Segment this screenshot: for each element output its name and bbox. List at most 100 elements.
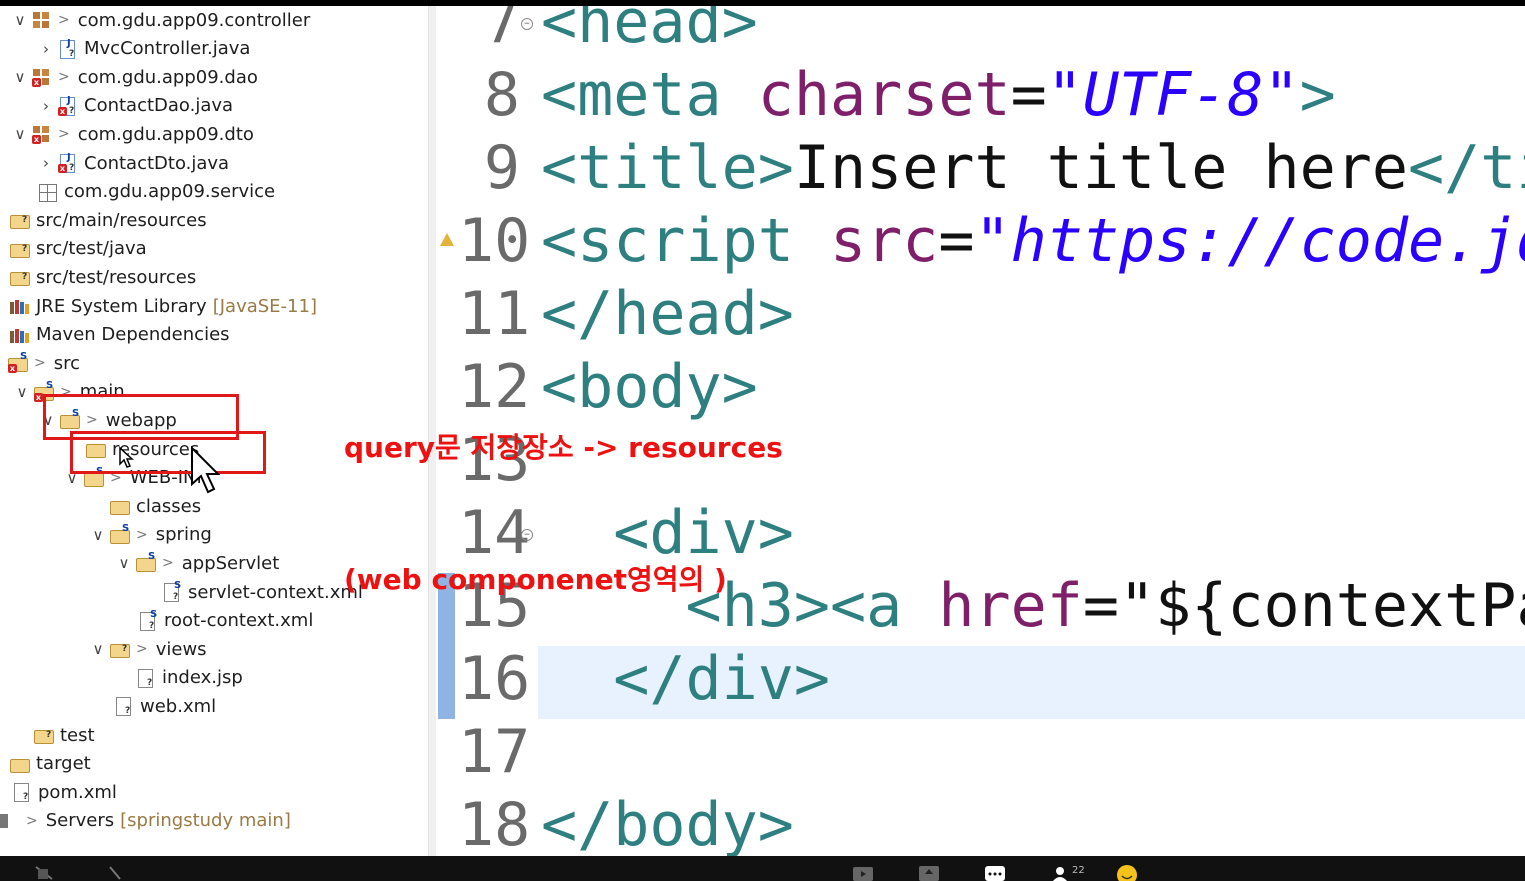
- text-cursor-icon: [119, 446, 134, 468]
- tree-item-index-jsp[interactable]: ? index.jsp: [136, 664, 243, 692]
- chevron-down-icon[interactable]: ∨: [116, 554, 132, 572]
- tree-item-label: ContactDao.java: [84, 95, 234, 117]
- tree-item-root-context-xml[interactable]: ? S root-context.xml: [138, 607, 313, 635]
- annotation-note: query문 저장장소 -> resources (web componenet…: [344, 338, 783, 646]
- mic-muted-icon[interactable]: [34, 865, 54, 881]
- tree-item-label: com.gdu.app09.service: [64, 181, 276, 203]
- tree-item-classes[interactable]: classes: [110, 492, 201, 520]
- tree-item-label: JRE System Library: [36, 295, 207, 317]
- code-line[interactable]: <meta charset="UTF-8">: [541, 59, 1336, 132]
- folder-icon: S: [110, 523, 130, 544]
- tree-item-pom-xml[interactable]: ? pom.xml: [12, 778, 117, 806]
- code-token: <script: [541, 206, 830, 276]
- code-token: Insert title here: [793, 133, 1408, 203]
- decorator-arrow: >: [136, 526, 148, 543]
- code-token: "https://code.jquer: [974, 206, 1525, 276]
- code-token: </title: [1407, 133, 1525, 203]
- code-line[interactable]: <head>: [541, 6, 758, 59]
- video-off-icon[interactable]: [106, 865, 126, 881]
- code-token: >: [1299, 60, 1336, 130]
- tree-item-servlet-context-xml[interactable]: ? S servlet-context.xml: [162, 578, 363, 606]
- decorator-arrow: >: [34, 355, 46, 372]
- tree-item-maven-dependencies[interactable]: Maven Dependencies: [10, 321, 230, 349]
- java-file-icon: J?: [58, 38, 78, 59]
- line-number: 16: [458, 644, 531, 714]
- code-line[interactable]: </body>: [541, 789, 794, 856]
- tree-item-label: src/test/resources: [36, 266, 197, 288]
- mouse-pointer-icon: [191, 446, 220, 494]
- tree-item-com-gdu-app09-dto[interactable]: ∨ x > com.gdu.app09.dto: [12, 120, 254, 148]
- tree-item-src-test-resources[interactable]: ? src/test/resources: [10, 263, 196, 291]
- tree-item-label: servlet-context.xml: [188, 581, 363, 603]
- warning-icon[interactable]: [440, 233, 454, 246]
- library-icon: [10, 297, 30, 315]
- code-token: =: [938, 206, 975, 276]
- code-token: charset: [757, 60, 1011, 130]
- xml-file-icon: ?: [114, 697, 134, 717]
- chevron-right-icon[interactable]: ›: [38, 154, 54, 172]
- xml-file-icon: ?: [12, 783, 32, 803]
- chevron-down-icon[interactable]: ∨: [12, 68, 28, 86]
- tree-item-label: ContactDto.java: [84, 152, 230, 174]
- package-icon: [32, 11, 52, 29]
- code-line[interactable]: </div>: [541, 643, 830, 716]
- code-token: <title>: [541, 133, 794, 203]
- tree-item-com-gdu-app09-dao[interactable]: ∨ x > com.gdu.app09.dao: [12, 63, 258, 91]
- tree-item-label: com.gdu.app09.dto: [77, 123, 254, 145]
- code-token: <head>: [541, 6, 758, 57]
- package-icon: [38, 183, 58, 202]
- tree-item-servers[interactable]: > Servers [springstudy main]: [0, 807, 291, 835]
- code-line[interactable]: <script src="https://code.jquer: [541, 205, 1525, 278]
- tree-item-label: root-context.xml: [164, 610, 314, 632]
- fold-toggle-icon[interactable]: −: [521, 18, 533, 30]
- tree-item-contactdao-java[interactable]: › J? x ContactDao.java: [38, 92, 233, 120]
- share-screen-icon[interactable]: [918, 865, 940, 881]
- chevron-down-icon[interactable]: ∨: [90, 526, 106, 544]
- tree-item-spring[interactable]: ∨ S > spring: [90, 521, 212, 549]
- play-icon[interactable]: [852, 865, 874, 881]
- code-line[interactable]: <title>Insert title here</title: [541, 132, 1525, 205]
- tree-item-label: com.gdu.app09.controller: [77, 9, 311, 31]
- tree-item-views[interactable]: ∨? > views: [90, 635, 207, 663]
- folder-icon: S: [136, 551, 156, 573]
- chevron-right-icon[interactable]: ›: [38, 97, 54, 115]
- code-token: </body>: [541, 790, 794, 856]
- tree-item-web-xml[interactable]: ? web.xml: [114, 692, 216, 720]
- tree-item-jre-system-library[interactable]: JRE System Library [JavaSE-11]: [10, 292, 317, 320]
- tree-item-appservlet[interactable]: ∨ S > appServlet: [116, 549, 280, 577]
- tree-item-test[interactable]: ? test: [34, 721, 95, 749]
- participants-count: 22: [1072, 865, 1085, 876]
- tree-item-label: src/main/resources: [36, 209, 207, 231]
- folder-icon: ?: [110, 640, 130, 659]
- chevron-down-icon[interactable]: ∨: [90, 640, 106, 658]
- java-file-icon: J? x: [58, 152, 75, 173]
- tree-item-com-gdu-app09-service[interactable]: com.gdu.app09.service: [38, 178, 275, 206]
- tree-item-label: test: [60, 724, 95, 746]
- annotation-line-2: (web componenet영역의 ): [344, 563, 727, 596]
- tree-item-label: Maven Dependencies: [36, 324, 230, 346]
- chevron-down-icon[interactable]: ∨: [14, 383, 30, 401]
- line-number: 17: [458, 717, 531, 787]
- tree-item-label: src: [53, 352, 81, 374]
- folder-icon: [0, 812, 20, 830]
- line-number: 9: [483, 133, 520, 203]
- package-icon: x: [32, 68, 52, 88]
- annotation-line-1: query문 저장장소 -> resources: [344, 431, 783, 464]
- tree-item-src-main-resources[interactable]: ? src/main/resources: [10, 206, 207, 234]
- source-folder-icon: ?: [10, 211, 30, 230]
- chat-icon[interactable]: [984, 865, 1006, 881]
- tree-item-target[interactable]: target: [10, 750, 91, 778]
- tree-item-src[interactable]: Sx > src: [8, 349, 80, 377]
- tree-item-com-gdu-app09-controller[interactable]: ∨ > com.gdu.app09.controller: [12, 6, 311, 34]
- chevron-right-icon[interactable]: ›: [38, 40, 54, 58]
- tree-item-mvccontroller-java[interactable]: › J? MvcController.java: [38, 35, 250, 63]
- code-token: "${contextPath}: [1118, 571, 1525, 641]
- java-file-icon: J? x: [58, 94, 75, 116]
- tree-item-src-test-java[interactable]: ? src/test/java: [10, 235, 147, 263]
- chevron-down-icon[interactable]: ∨: [12, 125, 28, 143]
- tree-item-label: spring: [155, 524, 212, 546]
- chevron-down-icon[interactable]: ∨: [12, 11, 28, 29]
- participants-icon[interactable]: [1052, 865, 1072, 881]
- emoji-reaction-icon[interactable]: [1116, 864, 1138, 881]
- tree-item-contactdto-java[interactable]: › J? x ContactDto.java: [38, 149, 229, 177]
